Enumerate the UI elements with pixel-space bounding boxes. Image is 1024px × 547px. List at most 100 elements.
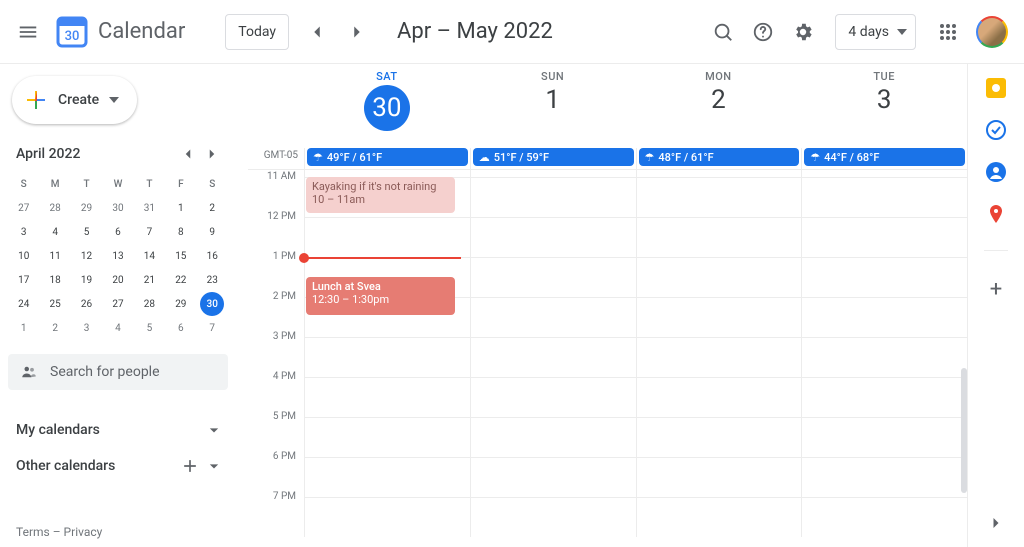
mini-cal-day[interactable]: 4 xyxy=(102,316,133,340)
keep-icon[interactable] xyxy=(986,78,1006,98)
today-button[interactable]: Today xyxy=(225,14,289,50)
time-slot[interactable] xyxy=(801,298,967,337)
mini-next-button[interactable] xyxy=(200,142,224,166)
mini-cal-day[interactable]: 27 xyxy=(102,292,133,316)
time-slot[interactable] xyxy=(636,258,802,297)
time-slot[interactable] xyxy=(801,258,967,297)
prev-period-button[interactable] xyxy=(297,12,337,52)
mini-cal-day[interactable]: 3 xyxy=(8,220,39,244)
collapse-panel-icon[interactable] xyxy=(986,513,1006,533)
mini-cal-day[interactable]: 29 xyxy=(165,292,196,316)
time-slot[interactable] xyxy=(636,378,802,417)
contacts-icon[interactable] xyxy=(986,162,1006,182)
time-slot[interactable] xyxy=(801,498,967,537)
day-number[interactable]: 1 xyxy=(470,85,636,115)
time-slot[interactable] xyxy=(801,170,967,177)
time-slot[interactable] xyxy=(470,298,636,337)
calendar-event[interactable]: Lunch at Svea12:30 – 1:30pm xyxy=(306,277,455,315)
time-slot[interactable] xyxy=(636,170,802,177)
view-selector[interactable]: 4 days xyxy=(835,14,916,50)
time-slot[interactable] xyxy=(304,378,470,417)
time-slot[interactable] xyxy=(470,258,636,297)
time-slot[interactable] xyxy=(304,458,470,497)
day-number[interactable]: 3 xyxy=(801,85,967,115)
weather-chip[interactable]: ☁51°F / 59°F xyxy=(473,148,634,166)
next-period-button[interactable] xyxy=(337,12,377,52)
account-avatar[interactable] xyxy=(976,16,1008,48)
mini-cal-day[interactable]: 7 xyxy=(197,316,228,340)
mini-cal-day[interactable]: 28 xyxy=(134,292,165,316)
time-slot[interactable] xyxy=(801,418,967,457)
google-apps-icon[interactable] xyxy=(928,12,968,52)
time-slot[interactable] xyxy=(304,170,470,177)
mini-cal-day[interactable]: 3 xyxy=(71,316,102,340)
mini-cal-day[interactable]: 6 xyxy=(165,316,196,340)
mini-cal-day[interactable]: 8 xyxy=(165,220,196,244)
search-people-input[interactable]: Search for people xyxy=(8,354,228,390)
time-slot[interactable] xyxy=(470,458,636,497)
time-slot[interactable] xyxy=(636,338,802,377)
mini-cal-day[interactable]: 7 xyxy=(134,220,165,244)
mini-prev-button[interactable] xyxy=(176,142,200,166)
time-slot[interactable] xyxy=(636,178,802,217)
mini-cal-day[interactable]: 30 xyxy=(200,292,224,316)
mini-cal-day[interactable]: 23 xyxy=(197,268,228,292)
my-calendars-toggle[interactable]: My calendars xyxy=(8,412,228,448)
time-slot[interactable] xyxy=(304,498,470,537)
tasks-icon[interactable] xyxy=(986,120,1006,140)
time-slot[interactable] xyxy=(801,218,967,257)
time-slot[interactable] xyxy=(636,418,802,457)
mini-cal-day[interactable]: 16 xyxy=(197,244,228,268)
mini-cal-day[interactable]: 15 xyxy=(165,244,196,268)
create-button[interactable]: Create xyxy=(12,76,137,124)
mini-cal-day[interactable]: 2 xyxy=(197,196,228,220)
weather-chip[interactable]: ☂49°F / 61°F xyxy=(307,148,468,166)
search-icon[interactable] xyxy=(703,12,743,52)
mini-cal-day[interactable]: 6 xyxy=(102,220,133,244)
mini-cal-day[interactable]: 14 xyxy=(134,244,165,268)
mini-cal-day[interactable]: 2 xyxy=(39,316,70,340)
time-slot[interactable] xyxy=(636,298,802,337)
mini-cal-day[interactable]: 24 xyxy=(8,292,39,316)
time-slot[interactable] xyxy=(470,218,636,257)
mini-cal-day[interactable]: 27 xyxy=(8,196,39,220)
mini-cal-day[interactable]: 21 xyxy=(134,268,165,292)
time-slot[interactable] xyxy=(801,178,967,217)
mini-cal-day[interactable]: 9 xyxy=(197,220,228,244)
terms-privacy-link[interactable]: Terms – Privacy xyxy=(8,517,228,547)
weather-chip[interactable]: ☂48°F / 61°F xyxy=(639,148,800,166)
time-slot[interactable] xyxy=(304,338,470,377)
time-slot[interactable] xyxy=(470,170,636,177)
mini-cal-day[interactable]: 12 xyxy=(71,244,102,268)
mini-cal-day[interactable]: 26 xyxy=(71,292,102,316)
mini-cal-day[interactable]: 25 xyxy=(39,292,70,316)
mini-cal-day[interactable]: 1 xyxy=(8,316,39,340)
day-number[interactable]: 30 xyxy=(364,85,410,131)
time-slot[interactable] xyxy=(801,338,967,377)
day-number[interactable]: 2 xyxy=(636,85,802,115)
mini-cal-day[interactable]: 1 xyxy=(165,196,196,220)
time-slot[interactable] xyxy=(801,458,967,497)
time-slot[interactable] xyxy=(304,418,470,457)
calendar-event[interactable]: Kayaking if it's not raining10 – 11am xyxy=(306,177,455,213)
time-slot[interactable] xyxy=(470,178,636,217)
mini-cal-day[interactable]: 20 xyxy=(102,268,133,292)
mini-cal-day[interactable]: 4 xyxy=(39,220,70,244)
maps-icon[interactable] xyxy=(986,204,1006,224)
mini-cal-day[interactable]: 5 xyxy=(134,316,165,340)
mini-cal-day[interactable]: 10 xyxy=(8,244,39,268)
mini-cal-day[interactable]: 31 xyxy=(134,196,165,220)
mini-cal-day[interactable]: 17 xyxy=(8,268,39,292)
add-on-button[interactable]: + xyxy=(990,277,1002,302)
mini-cal-day[interactable]: 11 xyxy=(39,244,70,268)
time-slot[interactable] xyxy=(636,498,802,537)
add-calendar-icon[interactable] xyxy=(180,456,200,476)
mini-cal-day[interactable]: 22 xyxy=(165,268,196,292)
weather-chip[interactable]: ☂44°F / 68°F xyxy=(804,148,965,166)
time-slot[interactable] xyxy=(304,218,470,257)
mini-cal-day[interactable]: 5 xyxy=(71,220,102,244)
time-slot[interactable] xyxy=(470,498,636,537)
mini-cal-day[interactable]: 19 xyxy=(71,268,102,292)
time-slot[interactable] xyxy=(636,458,802,497)
mini-cal-day[interactable]: 30 xyxy=(102,196,133,220)
